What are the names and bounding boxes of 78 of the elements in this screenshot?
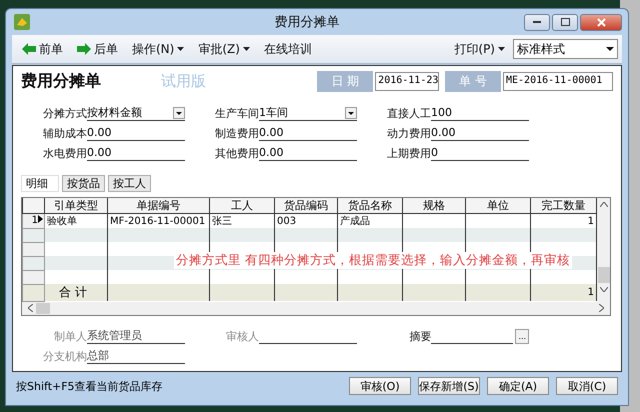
maximize-button[interactable] [552,14,578,30]
caret-icon [242,47,250,51]
right-arrow-icon [77,43,91,55]
field-label: 审核人 [226,328,259,344]
date-label: 日 期 [317,70,374,92]
number-label: 单 号 [445,70,501,92]
column-header[interactable]: 完工数量 [530,198,596,214]
caret-icon [498,47,505,51]
action-button[interactable]: 审核(O) [349,377,411,395]
number-field[interactable]: ME-2016-11-00001 [503,72,613,90]
input-field[interactable]: 100 [431,105,529,121]
total-label: 合 计 [44,284,108,301]
tab[interactable]: 明细 [21,175,59,192]
action-button[interactable]: 取消(C) [556,377,618,395]
caret-icon [177,47,184,51]
close-icon [596,18,606,26]
toolbar-button[interactable]: 操作(N) [126,38,190,60]
scroll-right-icon[interactable] [599,304,604,312]
field-label: 动力费用 [387,126,431,141]
column-header[interactable]: 引单类型 [44,198,108,214]
toolbar-button[interactable]: 审批(Z) [192,38,256,60]
field-label: 水电费用 [43,146,87,161]
scroll-up-icon[interactable] [600,202,608,207]
column-header[interactable]: 货品名称 [338,198,402,214]
scroll-thumb[interactable] [598,267,610,283]
status-text: 按Shift+F5查看当前货品库存 [16,378,163,394]
annotation-text: 分摊方式里 有四种分摊方式，根据需要选择，输入分摊金额，再审核 [174,252,572,269]
input-field[interactable]: 0 [431,145,529,161]
column-header[interactable]: 单据编号 [108,198,210,214]
field-label: 制造费用 [215,126,259,141]
style-dropdown[interactable]: 标准样式 [513,39,618,59]
date-field[interactable]: 2016-11-23 [375,72,440,90]
field-label: 直接人工 [387,106,431,121]
row-header: 1 [22,214,44,228]
field-label: 摘要 [409,328,432,344]
field-label: 辅助成本 [43,126,87,141]
tab[interactable]: 按工人 [108,175,151,192]
scroll-left-icon[interactable] [28,304,33,312]
field-label: 上期费用 [387,146,431,161]
tab[interactable]: 按货品 [62,175,105,192]
action-button[interactable]: 保存新增(S) [418,377,480,395]
scroll-thumb[interactable] [36,302,50,314]
input-field[interactable]: 总部 [87,348,185,364]
action-button[interactable]: 确定(A) [487,377,549,395]
input-field[interactable]: 0.00 [259,145,357,161]
left-arrow-icon [22,43,36,55]
window-title: 费用分摊单 [274,14,340,31]
form-title: 费用分摊单 [21,70,101,92]
scroll-down-icon[interactable] [600,287,608,292]
trial-label: 试用版 [161,72,206,90]
total-value: 1 [530,284,596,301]
column-header[interactable]: 规格 [402,198,466,214]
toolbar-button[interactable]: 后单 [71,38,124,60]
print-button[interactable]: 打印(P) [448,38,511,60]
column-header[interactable]: 工人 [210,198,274,214]
field-label: 分支机构 [43,348,87,364]
field-label: 分摊方式 [43,106,87,121]
column-header[interactable]: 货品编码 [274,198,338,214]
dropdown-field[interactable]: 按材料金额 [87,105,185,121]
field-label: 其他费用 [215,146,259,161]
input-field[interactable]: 0.00 [87,125,185,141]
input-field[interactable]: 0.00 [87,145,185,161]
toolbar-button[interactable]: 前单 [16,38,69,60]
input-field[interactable]: 0.00 [259,125,357,141]
current-row-icon [38,215,43,224]
field-label: 生产车间 [215,106,259,121]
input-field[interactable]: 0.00 [431,125,529,141]
minimize-icon [533,20,541,24]
minimize-button[interactable] [524,14,550,30]
toolbar-button[interactable]: 在线培训 [258,38,318,60]
close-button[interactable] [580,14,622,30]
column-header[interactable]: 单位 [466,198,530,214]
maximize-icon [560,18,570,26]
field-label: 制单人 [54,328,87,344]
lookup-button[interactable]: ... [515,328,529,344]
app-icon [14,14,30,30]
input-field[interactable]: 系统管理员 [87,328,185,344]
dropdown-field[interactable]: 1车间 [259,105,357,121]
